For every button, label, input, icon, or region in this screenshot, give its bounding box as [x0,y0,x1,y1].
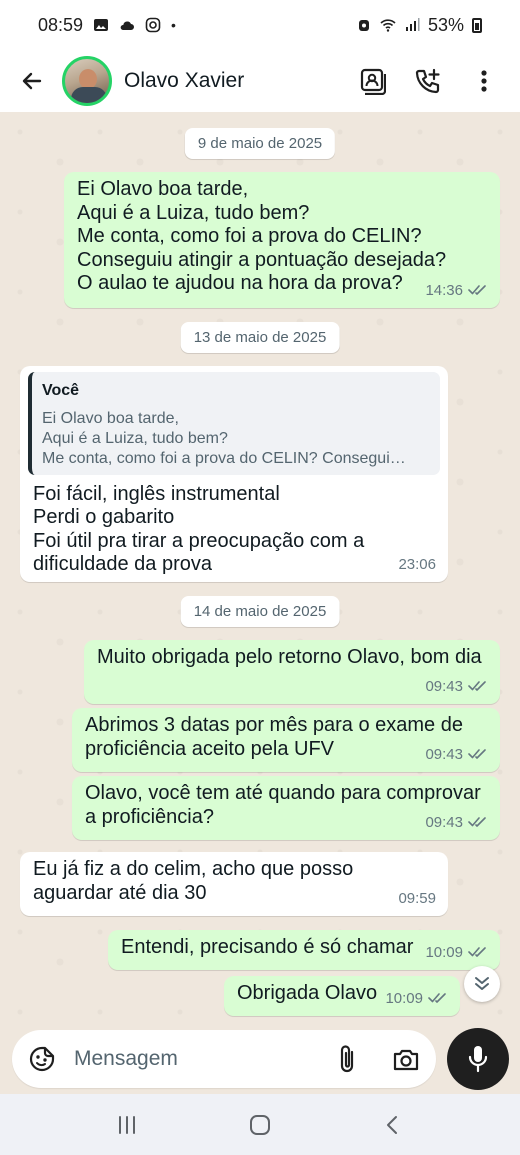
message-text: Muito obrigada pelo retorno Olavo, bom d… [97,646,482,668]
double-check-icon [468,947,486,958]
message-time: 10:09 [425,943,463,961]
quote-author: Você [42,382,80,399]
camera-button[interactable] [390,1043,422,1075]
message-out[interactable]: Obrigada Olavo 10:09 [224,976,460,1016]
message-out[interactable]: Entendi, precisando é só chamar 10:09 [108,930,500,970]
double-check-icon [468,817,486,828]
back-button[interactable] [14,63,50,99]
message-text: Eu já fiz a do celim, acho que posso agu… [33,858,354,904]
wifi-icon [380,19,396,32]
message-out[interactable]: Muito obrigada pelo retorno Olavo, bom d… [84,640,500,704]
video-call-icon [360,68,386,95]
add-call-icon [415,68,440,94]
message-text: Foi fácil, inglês instrumental Perdi o g… [33,482,365,576]
home-button[interactable] [240,1105,280,1145]
date-chip: 14 de maio de 2025 [180,596,340,627]
scroll-down-icon [475,977,489,990]
quoted-message[interactable]: Você Ei Olavo boa tarde, Aqui é a Luiza,… [28,372,440,475]
recent-apps-icon [118,1115,135,1134]
sticker-icon [29,1046,55,1072]
signal-icon [405,18,420,31]
chat-header: Olavo Xavier [0,50,520,112]
message-out[interactable]: Olavo, você tem até quando para comprova… [72,776,500,840]
back-arrow-icon [22,72,42,90]
date-chip: 9 de maio de 2025 [184,128,336,159]
sticker-button[interactable] [26,1043,58,1075]
date-chip: 13 de maio de 2025 [180,322,340,353]
message-time: 09:59 [398,889,436,907]
double-check-icon [468,749,486,760]
mic-icon [468,1046,488,1073]
recent-apps-button[interactable] [107,1105,147,1145]
avatar[interactable] [62,56,112,106]
attach-icon [340,1045,354,1073]
nav-back-button[interactable] [373,1105,413,1145]
battery-icon [472,17,482,33]
quote-text: Ei Olavo boa tarde, Aqui é a Luiza, tudo… [42,409,406,467]
contact-card-button[interactable] [354,63,390,99]
nav-back-icon [387,1115,398,1134]
message-out[interactable]: Ei Olavo boa tarde, Aqui é a Luiza, tudo… [64,172,500,308]
chat-area[interactable]: 9 de maio de 2025 Ei Olavo boa tarde, Aq… [0,112,520,1032]
call-button[interactable] [410,63,446,99]
alarm-icon [358,20,369,31]
more-vert-icon [481,70,487,92]
notification-dot-icon: • [171,17,176,33]
system-nav-bar [0,1094,520,1155]
scroll-down-button[interactable] [464,966,500,1002]
message-time: 14:36 [425,281,463,299]
menu-button[interactable] [466,63,502,99]
voice-message-button[interactable] [447,1028,509,1090]
battery-percent: 53% [427,14,464,35]
message-time: 09:43 [425,813,463,831]
double-check-icon [428,993,446,1004]
contact-name[interactable]: Olavo Xavier [124,69,244,93]
status-time: 08:59 [38,14,84,35]
message-in[interactable]: Eu já fiz a do celim, acho que posso agu… [20,852,448,916]
message-composer [12,1030,436,1088]
message-time: 09:43 [425,677,463,695]
message-time: 10:09 [385,989,423,1007]
home-icon [249,1114,270,1135]
message-in-reply[interactable]: Você Ei Olavo boa tarde, Aqui é a Luiza,… [20,366,448,582]
double-check-icon [468,681,486,692]
attach-button[interactable] [332,1043,364,1075]
camera-icon [393,1049,419,1071]
cloud-icon [120,21,135,30]
double-check-icon [468,285,486,296]
instagram-icon [145,17,161,33]
message-time: 09:43 [425,745,463,763]
message-time: 23:06 [398,555,436,573]
status-bar: 08:59 • 53% [0,0,520,50]
message-input[interactable] [74,1047,304,1071]
message-out[interactable]: Abrimos 3 datas por mês para o exame de … [72,708,500,772]
gallery-icon [94,19,109,31]
